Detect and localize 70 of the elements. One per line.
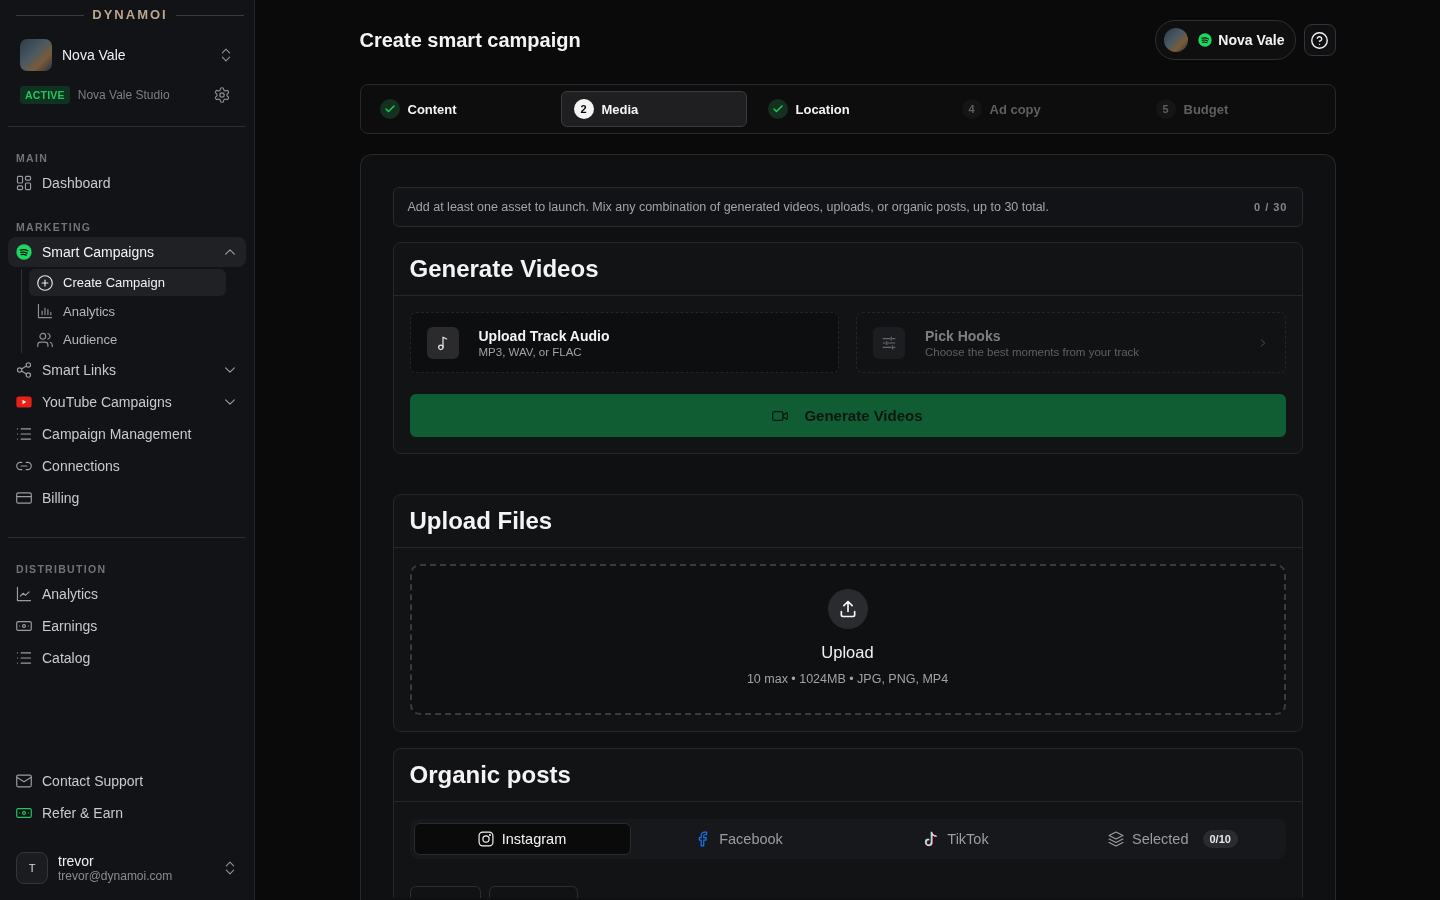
artist-photo — [20, 39, 52, 71]
nav-item[interactable]: Contact Support — [8, 766, 246, 796]
spotify-icon — [16, 244, 32, 260]
artist-photo — [1164, 28, 1189, 52]
banknote-icon — [16, 618, 32, 634]
help-button[interactable] — [1303, 24, 1336, 56]
spotify-icon — [1198, 33, 1213, 47]
list-icon — [16, 426, 32, 442]
help-icon — [1311, 31, 1328, 49]
brand-logo: DYNAMOI — [92, 8, 168, 22]
share-icon — [16, 362, 32, 378]
nav-item[interactable]: Campaign Management — [8, 419, 246, 449]
user-avatar: T — [16, 852, 48, 884]
step-tab[interactable]: 2 Media — [560, 91, 747, 127]
grid-icon — [16, 175, 32, 191]
step-number: 2 — [573, 99, 594, 119]
artist-pill[interactable]: Nova Vale — [1155, 20, 1296, 60]
music-note-icon — [426, 326, 459, 359]
instagram-icon — [477, 831, 494, 847]
sliders-icon — [873, 326, 905, 359]
nav-subitem[interactable]: Create Campaign — [29, 269, 226, 296]
section-title: Organic posts — [409, 761, 571, 789]
nav-item[interactable]: Refer & Earn — [8, 798, 246, 828]
settings-icon[interactable] — [214, 87, 230, 103]
mail-icon — [16, 773, 32, 789]
nav-item[interactable]: Analytics — [8, 579, 246, 609]
section-label: MARKETING — [15, 220, 93, 234]
count-badge: 0/10 — [1202, 830, 1238, 848]
studio-name: Nova Vale Studio — [77, 88, 171, 102]
nav-item[interactable]: YouTube Campaigns — [8, 387, 246, 417]
platform-tab[interactable]: TikTok — [847, 823, 1065, 855]
platform-tab[interactable]: Selected 0/10 — [1064, 823, 1282, 855]
list-icon — [16, 650, 32, 666]
layers-icon — [1108, 831, 1125, 847]
platform-tab[interactable]: Facebook — [630, 823, 848, 855]
credit-card-icon — [16, 490, 32, 506]
section-label: DISTRIBUTION — [15, 562, 108, 576]
line-chart-icon — [16, 586, 32, 602]
bar-chart-icon — [37, 303, 53, 319]
artist-switcher[interactable]: Nova Vale — [8, 39, 246, 71]
users-icon — [37, 331, 53, 348]
option-card[interactable]: Upload Track Audio MP3, WAV, or FLAC — [409, 312, 839, 373]
upload-dropzone[interactable]: Upload 10 max • 1024MB • JPG, PNG, MP4 — [409, 564, 1286, 715]
youtube-icon — [16, 394, 32, 410]
section-title: Generate Videos — [409, 255, 599, 283]
step-tab[interactable]: Location — [754, 91, 941, 127]
step-number: 4 — [961, 99, 982, 119]
tiktok-icon — [923, 831, 940, 847]
step-tab[interactable]: Content — [366, 91, 553, 127]
nav-item[interactable]: Earnings — [8, 611, 246, 641]
nav-item[interactable]: Smart Campaigns — [8, 237, 246, 267]
banknote-icon — [16, 805, 32, 821]
platform-tab[interactable]: Instagram — [413, 823, 631, 855]
nav-item[interactable]: Catalog — [8, 643, 246, 673]
nav-subitem[interactable]: Audience — [29, 326, 226, 353]
info-text: Add at least one asset to launch. Mix any combination of generated videos, uploads, or organic posts, up to 30 total. — [407, 200, 1049, 214]
user-menu[interactable]: T trevor trevor@dynamoi.com — [8, 852, 246, 884]
asset-counter: 0 / 30 — [1253, 201, 1288, 213]
nav-subitem[interactable]: Analytics — [29, 297, 226, 325]
section-title: Upload Files — [409, 507, 553, 535]
upload-icon — [827, 589, 868, 629]
plus-circle-icon — [37, 274, 53, 291]
section-label: MAIN — [15, 151, 50, 165]
nav-item[interactable]: Connections — [8, 451, 246, 481]
nav-item[interactable]: Dashboard — [8, 168, 246, 198]
page-title: Create smart campaign — [359, 28, 581, 52]
status-badge: ACTIVE — [20, 86, 70, 104]
step-number: 5 — [1155, 99, 1176, 119]
nav-item[interactable]: Billing — [8, 483, 246, 513]
nav-item[interactable]: Smart Links — [8, 355, 246, 385]
